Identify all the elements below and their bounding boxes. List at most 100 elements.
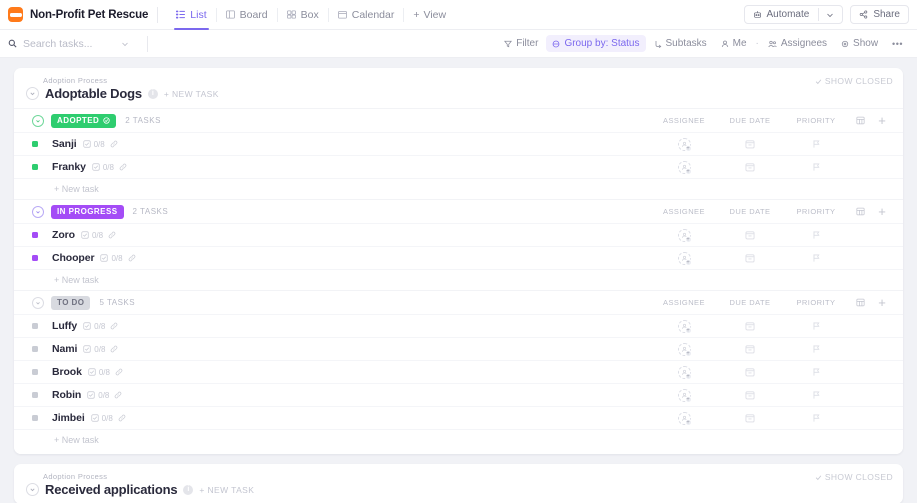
avatar[interactable]: + [677,365,692,380]
new-task-button[interactable]: + NEW TASK [164,89,219,99]
tab-list[interactable]: List [167,0,215,30]
due-date-cell[interactable] [717,253,783,263]
assignee-cell[interactable]: + [651,365,717,380]
status-badge-adopted[interactable]: ADOPTED [51,113,117,128]
table-row[interactable]: Nami 0/8 + [14,337,903,360]
filter-button[interactable]: Filter [498,35,544,52]
due-date-cell[interactable] [717,230,783,240]
search-chevron-down-icon[interactable] [121,40,129,48]
priority-cell[interactable] [783,344,849,354]
new-task-row[interactable]: + New task [14,429,903,450]
priority-cell[interactable] [783,390,849,400]
show-closed-button[interactable]: SHOW CLOSED [815,76,893,86]
show-button[interactable]: Show [835,35,884,52]
priority-cell[interactable] [783,230,849,240]
avatar[interactable]: + [677,388,692,403]
show-closed-button[interactable]: SHOW CLOSED [815,472,893,482]
due-date-cell[interactable] [717,162,783,172]
new-task-row[interactable]: + New task [14,269,903,290]
assignee-cell[interactable]: + [651,319,717,334]
more-options-button[interactable]: ••• [886,36,909,52]
priority-cell[interactable] [783,367,849,377]
add-view-button[interactable]: + View [404,9,455,21]
add-assignee-icon[interactable]: + [684,144,692,152]
group-by-button[interactable]: Group by: Status [546,35,646,52]
link-icon[interactable] [115,368,123,376]
due-date-cell[interactable] [717,321,783,331]
table-row[interactable]: Zoro 0/8 + [14,223,903,246]
table-row[interactable]: Robin 0/8 + [14,383,903,406]
add-assignee-icon[interactable]: + [684,418,692,426]
avatar[interactable]: + [677,411,692,426]
add-column-button[interactable]: + [871,295,893,310]
priority-cell[interactable] [783,253,849,263]
info-icon[interactable]: i [147,88,158,99]
assignee-cell[interactable]: + [651,160,717,175]
add-assignee-icon[interactable]: + [684,326,692,334]
add-column-button[interactable]: + [871,204,893,219]
assignee-cell[interactable]: + [651,251,717,266]
share-button[interactable]: Share [850,5,909,24]
due-date-cell[interactable] [717,139,783,149]
due-date-cell[interactable] [717,367,783,377]
add-column-button[interactable]: + [871,113,893,128]
add-assignee-icon[interactable]: + [684,167,692,175]
table-row[interactable]: Jimbei 0/8 + [14,406,903,429]
priority-cell[interactable] [783,162,849,172]
table-row[interactable]: Sanji 0/8 + [14,132,903,155]
collapse-group-icon[interactable] [32,114,44,127]
status-badge-in-progress[interactable]: IN PROGRESS [51,204,124,219]
status-badge-to-do[interactable]: TO DO [51,295,91,310]
me-button[interactable]: Me [715,35,753,52]
link-icon[interactable] [119,163,127,171]
priority-cell[interactable] [783,139,849,149]
collapse-group-icon[interactable] [32,205,44,218]
collapse-list-icon[interactable] [26,483,39,496]
chevron-down-icon[interactable] [826,11,834,19]
link-icon[interactable] [118,414,126,422]
avatar[interactable]: + [677,160,692,175]
avatar[interactable]: + [677,342,692,357]
collapse-list-icon[interactable] [26,87,39,100]
avatar[interactable]: + [677,228,692,243]
assignee-cell[interactable]: + [651,342,717,357]
assignees-button[interactable]: Assignees [762,35,833,52]
new-task-row[interactable]: + New task [14,178,903,199]
tab-box[interactable]: Box [278,0,328,30]
search-box[interactable] [8,37,138,50]
avatar[interactable]: + [677,251,692,266]
assignee-cell[interactable]: + [651,137,717,152]
info-icon[interactable]: i [183,484,194,495]
search-input[interactable] [23,37,115,50]
add-assignee-icon[interactable]: + [684,235,692,243]
assignee-cell[interactable]: + [651,228,717,243]
link-icon[interactable] [110,140,118,148]
assignee-cell[interactable]: + [651,411,717,426]
tab-board[interactable]: Board [217,0,277,30]
table-row[interactable]: Franky 0/8 + [14,155,903,178]
avatar[interactable]: + [677,137,692,152]
add-assignee-icon[interactable]: + [684,395,692,403]
add-assignee-icon[interactable]: + [684,372,692,380]
priority-cell[interactable] [783,413,849,423]
table-row[interactable]: Chooper 0/8 + [14,246,903,269]
automate-button[interactable]: Automate [743,5,844,24]
table-row[interactable]: Brook 0/8 + [14,360,903,383]
subtasks-button[interactable]: Subtasks [648,35,713,52]
link-icon[interactable] [128,254,136,262]
link-icon[interactable] [114,391,122,399]
link-icon[interactable] [110,345,118,353]
collapse-group-icon[interactable] [32,296,44,309]
link-icon[interactable] [108,231,116,239]
link-icon[interactable] [110,322,118,330]
avatar[interactable]: + [677,319,692,334]
table-row[interactable]: Luffy 0/8 + [14,314,903,337]
add-assignee-icon[interactable]: + [684,258,692,266]
priority-cell[interactable] [783,321,849,331]
columns-icon[interactable] [849,116,871,125]
due-date-cell[interactable] [717,344,783,354]
assignee-cell[interactable]: + [651,388,717,403]
new-task-button[interactable]: + NEW TASK [199,485,254,495]
due-date-cell[interactable] [717,390,783,400]
due-date-cell[interactable] [717,413,783,423]
